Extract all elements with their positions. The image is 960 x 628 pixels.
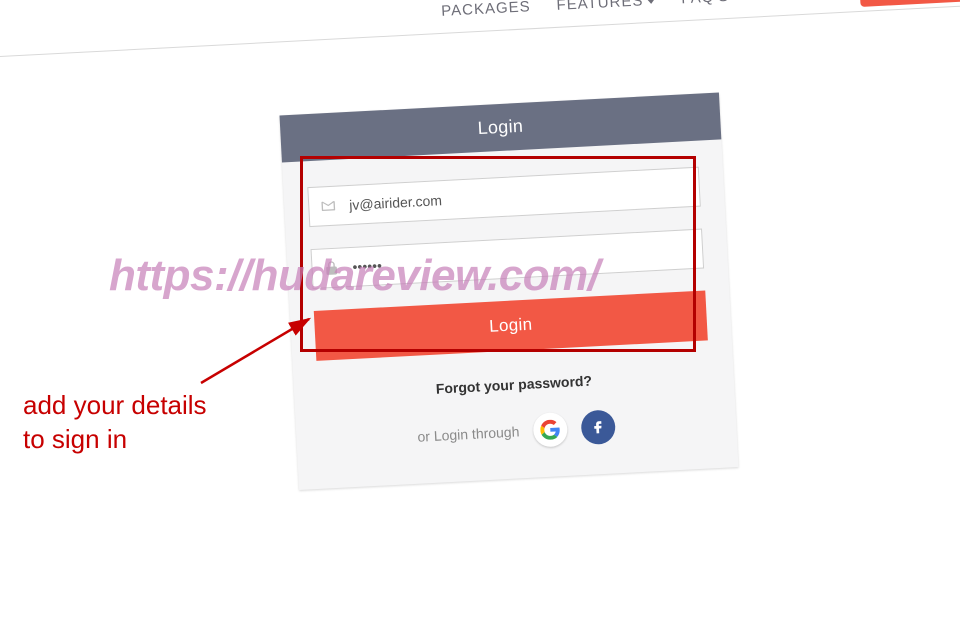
lock-icon: [323, 260, 340, 277]
page-scene: PACKAGES FEATURES FAQ'S CONTACT BOOKING …: [0, 0, 960, 628]
mail-icon: [320, 198, 337, 215]
password-input[interactable]: [311, 229, 705, 289]
top-nav: PACKAGES FEATURES FAQ'S CONTACT BOOKING: [440, 0, 960, 45]
facebook-login-button[interactable]: [580, 409, 616, 445]
alt-login-row: or Login through: [320, 404, 713, 458]
nav-features[interactable]: FEATURES: [556, 0, 656, 13]
alt-login-label: or Login through: [417, 423, 520, 444]
annotation-text: add your details to sign in: [23, 389, 207, 457]
annotation-line-2: to sign in: [23, 423, 207, 457]
nav-features-label: FEATURES: [556, 0, 644, 13]
login-card-body: Login Forgot your password? or Login thr…: [282, 139, 739, 490]
email-field-wrap: [307, 167, 701, 227]
chevron-down-icon: [647, 0, 655, 4]
screenshot-frame: PACKAGES FEATURES FAQ'S CONTACT BOOKING …: [0, 0, 960, 544]
forgot-password-link[interactable]: Forgot your password?: [318, 366, 710, 402]
annotation-line-1: add your details: [23, 389, 207, 423]
nav-packages[interactable]: PACKAGES: [441, 0, 531, 19]
password-field-wrap: [311, 229, 705, 289]
login-button[interactable]: Login: [314, 290, 708, 360]
nav-faqs[interactable]: FAQ'S: [681, 0, 730, 7]
nav-contact[interactable]: CONTACT: [755, 0, 834, 3]
email-input[interactable]: [307, 167, 701, 227]
google-login-button[interactable]: [532, 412, 568, 448]
login-card: Login Login Forgot your password?: [279, 92, 738, 490]
